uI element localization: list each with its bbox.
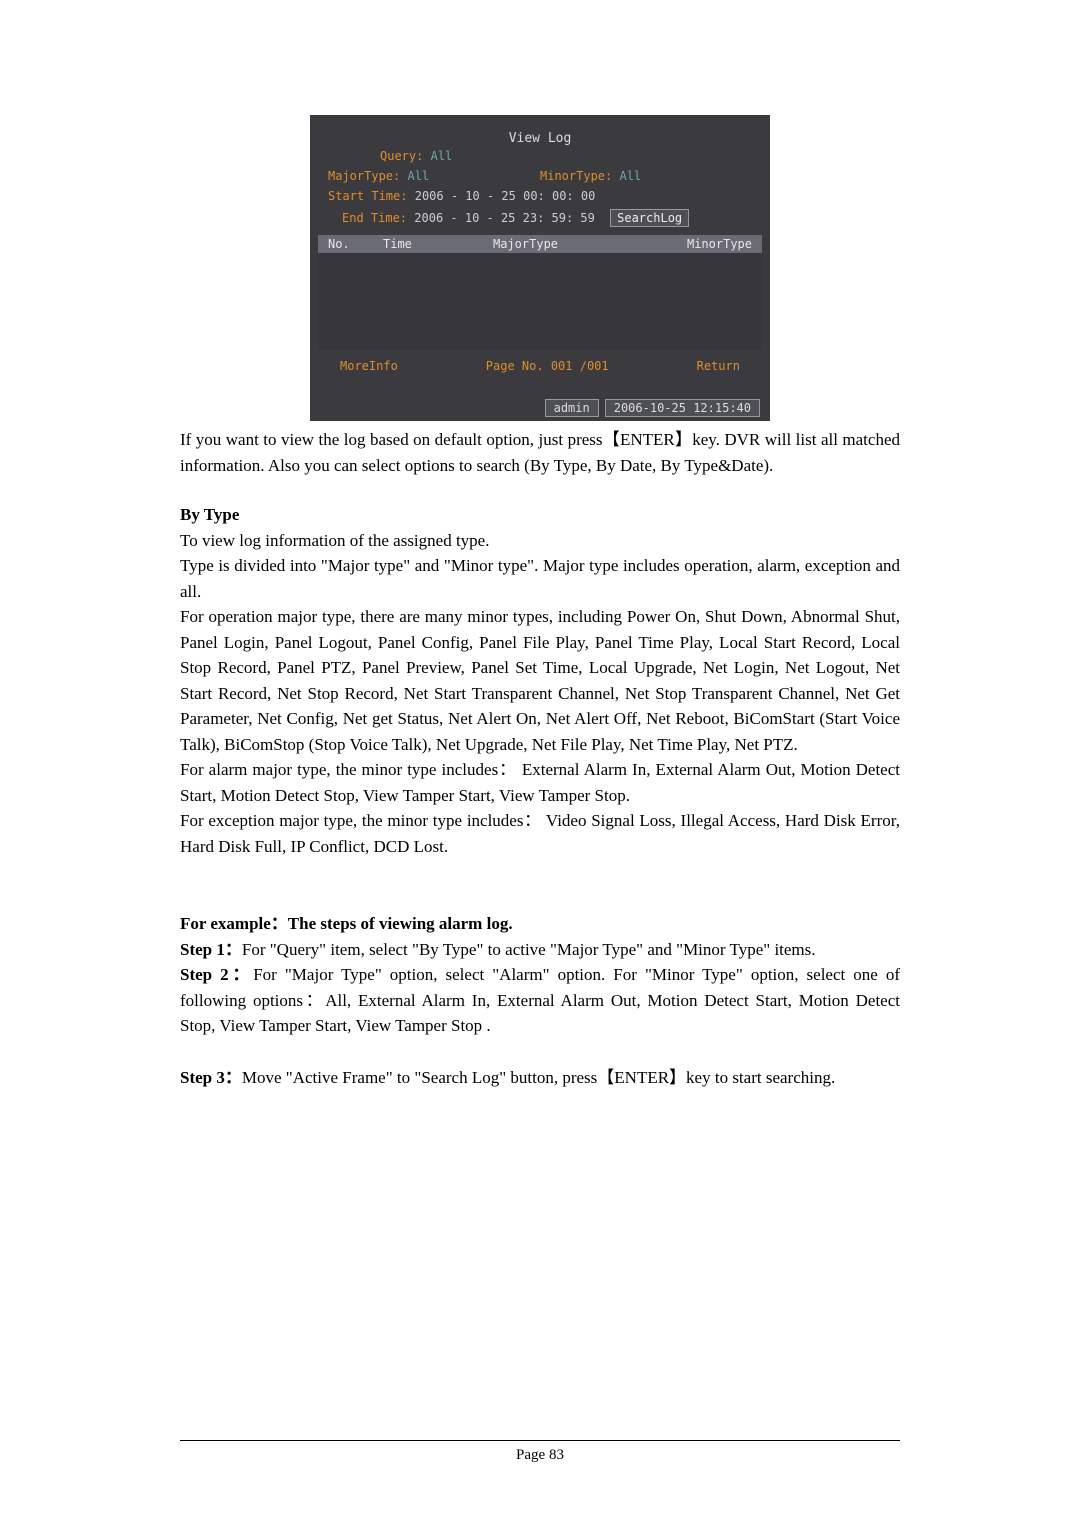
by-type-p2: Type is divided into "Major type" and "M… xyxy=(180,553,900,604)
page-number: Page 83 xyxy=(180,1447,900,1464)
header-no: No. xyxy=(328,237,383,251)
page-footer: Page 83 xyxy=(180,1440,900,1464)
header-minor: MinorType xyxy=(652,237,752,251)
major-type-label: MajorType: xyxy=(328,169,400,183)
dialog-title: View Log xyxy=(310,115,770,146)
log-table-header: No. Time MajorType MinorType xyxy=(318,235,762,253)
header-major: MajorType xyxy=(493,237,652,251)
by-type-p3: For operation major type, there are many… xyxy=(180,604,900,757)
end-time-label: End Time: xyxy=(342,211,407,225)
step-3: Step 3：Move "Active Frame" to "Search Lo… xyxy=(180,1065,900,1091)
status-user: admin xyxy=(545,399,599,417)
minor-type-value[interactable]: All xyxy=(619,169,641,183)
major-type-value[interactable]: All xyxy=(407,169,429,183)
view-log-dialog: View Log Query: All MajorType: All Minor… xyxy=(310,115,770,421)
return-button[interactable]: Return xyxy=(697,359,740,373)
minor-type-label: MinorType: xyxy=(540,169,612,183)
by-type-p1: To view log information of the assigned … xyxy=(180,528,900,554)
query-label: Query: xyxy=(380,149,423,163)
start-time-label: Start Time: xyxy=(328,189,407,203)
step-1: Step 1：For "Query" item, select "By Type… xyxy=(180,937,900,963)
by-type-p4: For alarm major type, the minor type inc… xyxy=(180,757,900,808)
step-2: Step 2：For "Major Type" option, select "… xyxy=(180,962,900,1039)
intro-paragraph: If you want to view the log based on def… xyxy=(180,427,900,478)
header-time: Time xyxy=(383,237,493,251)
by-type-heading: By Type xyxy=(180,502,900,528)
by-type-p5: For exception major type, the minor type… xyxy=(180,808,900,859)
search-log-button[interactable]: SearchLog xyxy=(610,209,689,227)
start-time-value[interactable]: 2006 - 10 - 25 00: 00: 00 xyxy=(415,189,596,203)
query-value[interactable]: All xyxy=(431,149,453,163)
page-number-display: Page No. 001 /001 xyxy=(486,359,609,373)
end-time-value[interactable]: 2006 - 10 - 25 23: 59: 59 xyxy=(414,211,595,225)
example-heading: For example：The steps of viewing alarm l… xyxy=(180,911,900,937)
status-time: 2006-10-25 12:15:40 xyxy=(605,399,760,417)
more-info-button[interactable]: MoreInfo xyxy=(340,359,398,373)
log-table-body xyxy=(318,253,762,349)
